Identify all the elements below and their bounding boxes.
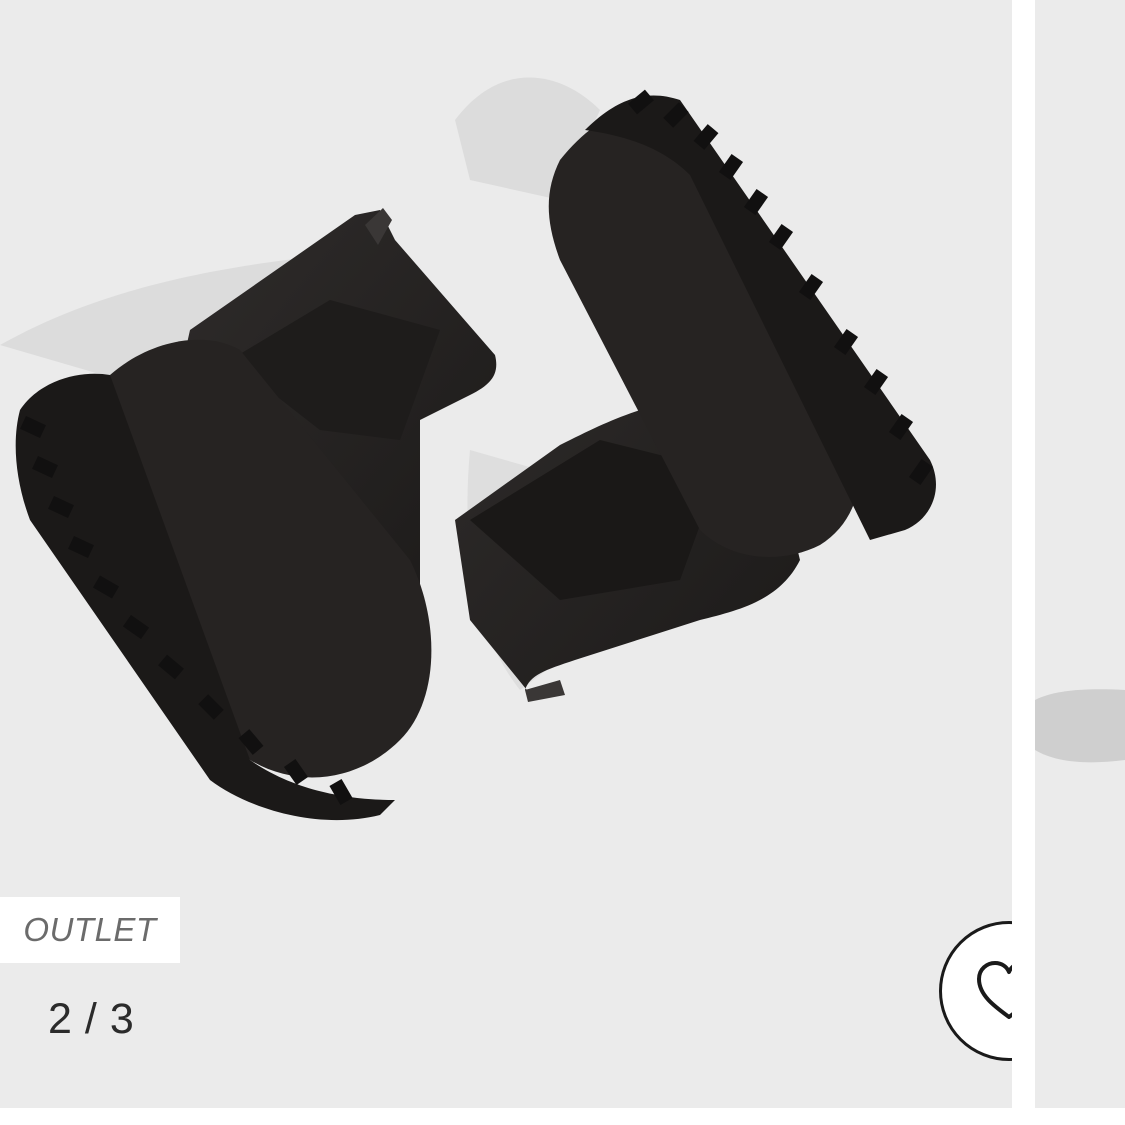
image-counter: 2/3 [48, 995, 135, 1044]
outlet-badge: OUTLET [0, 897, 180, 963]
image-counter-separator: / [84, 995, 98, 1043]
product-image-carousel[interactable]: OUTLET 2/3 [0, 0, 1125, 1125]
wishlist-button[interactable] [939, 921, 1012, 1061]
next-product-photo [1035, 689, 1125, 763]
outlet-badge-label: OUTLET [23, 911, 157, 948]
heart-outline-icon [977, 961, 1012, 1019]
image-counter-current: 2 [48, 995, 73, 1043]
product-image-slide[interactable]: OUTLET 2/3 [0, 0, 1012, 1108]
product-photo [0, 77, 936, 821]
image-counter-total: 3 [109, 995, 135, 1043]
next-image-slide-peek[interactable] [1035, 0, 1125, 1108]
